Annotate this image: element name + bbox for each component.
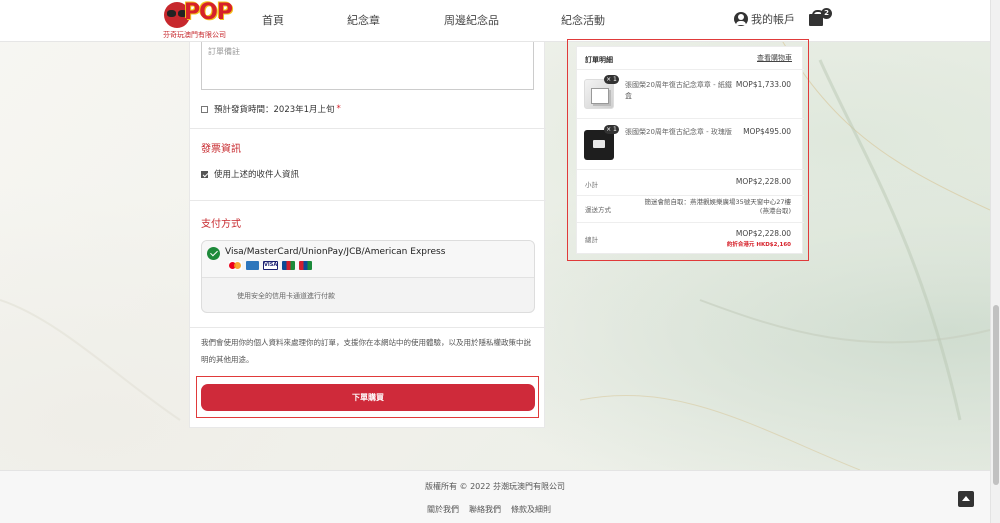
mastercard-icon [229, 261, 242, 270]
place-order-button[interactable]: 下單購買 [201, 384, 535, 411]
nav-badges[interactable]: 紀念章 [347, 12, 380, 28]
total-label: 總計 [585, 236, 598, 244]
subtotal-value: MOP$2,228.00 [735, 177, 791, 186]
nav-home[interactable]: 首頁 [262, 12, 284, 28]
payment-method-header: Visa/MasterCard/UnionPay/JCB/American Ex… [202, 241, 534, 278]
use-recipient-label: 使用上述的收件人資訊 [214, 170, 300, 180]
back-to-top-button[interactable] [958, 491, 974, 507]
divider [577, 118, 804, 119]
ship-time-checkbox[interactable] [201, 105, 208, 113]
user-icon [734, 12, 748, 26]
divider [577, 222, 804, 223]
order-notes-placeholder: 訂單備註 [208, 47, 240, 56]
page-scrollbar[interactable] [990, 0, 1000, 523]
divider [577, 69, 804, 70]
quantity-badge: × 1 [604, 125, 619, 134]
checkout-form: 訂單備註 預計發貨時間：2023年1月上旬 * 發票資訊 使用上述的收件人資訊 … [189, 42, 546, 428]
selected-check-icon [207, 247, 220, 260]
shipping-label: 運送方式 [585, 206, 611, 214]
card-icons: VISA [229, 261, 312, 270]
payment-method-label: Visa/MasterCard/UnionPay/JCB/American Ex… [225, 247, 446, 257]
jcb-icon [282, 261, 295, 270]
required-mark: * [336, 104, 341, 114]
ship-time-row: 預計發貨時間：2023年1月上旬 * [201, 103, 341, 115]
nav-events[interactable]: 紀念活動 [561, 12, 605, 28]
product-name: 張國榮20周年復古紀念章章 - 紙鐵盒 [625, 81, 732, 100]
total-hkd-approx: 約折合港元 HKD$2,160 [726, 242, 791, 248]
logo-subtitle: 芬奇玩澳門有限公司 [163, 31, 226, 39]
visa-icon: VISA [263, 261, 278, 270]
divider [190, 327, 546, 328]
invoice-section-title: 發票資訊 [201, 144, 241, 155]
use-recipient-row: 使用上述的收件人資訊 [201, 168, 299, 180]
site-header: POP 芬奇玩澳門有限公司 首頁 紀念章 周邊紀念品 紀念活動 我的帳戶 2 [0, 0, 1000, 42]
footer-link-terms[interactable]: 條款及細則 [511, 504, 551, 515]
copyright: 版權所有 © 2022 芬潮玩澳門有限公司 [425, 482, 565, 491]
summary-title: 訂單明細 [585, 56, 613, 64]
product-thumbnail [584, 130, 614, 160]
account-link[interactable]: 我的帳戶 [734, 11, 795, 27]
payment-section-title: 支付方式 [201, 219, 241, 230]
account-label: 我的帳戶 [751, 13, 795, 26]
privacy-notice: 我們會使用你的個人資料來處理你的訂單，支援你在本網站中的使用體驗，以及用於隱私權… [201, 338, 531, 364]
amex-icon [246, 261, 259, 270]
footer-links: 關於我們 聯絡我們 條款及細則 [427, 504, 551, 515]
quantity-badge: × 1 [604, 75, 619, 84]
total-value: MOP$2,228.00 [735, 229, 791, 238]
divider [190, 200, 546, 201]
subtotal-label: 小計 [585, 181, 598, 189]
site-footer: 版權所有 © 2022 芬潮玩澳門有限公司 關於我們 聯絡我們 條款及細則 [0, 470, 1000, 523]
product-price: MOP$495.00 [743, 127, 791, 136]
product-name: 張國榮20周年復古紀念章 - 玫瑰版 [625, 128, 732, 136]
footer-link-about[interactable]: 關於我們 [427, 504, 459, 515]
divider [190, 128, 546, 129]
use-recipient-checkbox[interactable] [201, 170, 208, 178]
payment-method-box[interactable]: Visa/MasterCard/UnionPay/JCB/American Ex… [201, 240, 535, 313]
site-logo[interactable]: POP 芬奇玩澳門有限公司 [162, 0, 233, 40]
view-cart-link[interactable]: 查看購物車 [757, 53, 792, 63]
ship-time-label: 預計發貨時間：2023年1月上旬 [214, 105, 335, 115]
product-price: MOP$1,733.00 [735, 80, 791, 89]
cart-button[interactable]: 2 [808, 8, 832, 28]
footer-link-contact[interactable]: 聯絡我們 [469, 504, 501, 515]
cart-count-badge: 2 [821, 8, 832, 19]
shipping-value: 簡迷會館自取：燕港觀娛樂廣場35號天窗中心27樓 (燕港台取) [644, 198, 791, 215]
nav-merchandise[interactable]: 周邊紀念品 [444, 12, 499, 28]
order-summary: 訂單明細 查看購物車 × 1 張國榮20周年復古紀念章章 - 紙鐵盒 MOP$1… [576, 46, 804, 254]
payment-note: 使用安全的信用卡通道進行付款 [237, 292, 335, 300]
order-notes-textarea[interactable]: 訂單備註 [201, 42, 534, 90]
scrollbar-thumb[interactable] [993, 305, 999, 485]
logo-text: POP [184, 0, 233, 25]
divider [577, 169, 804, 170]
divider [577, 195, 804, 196]
unionpay-icon [299, 261, 312, 270]
